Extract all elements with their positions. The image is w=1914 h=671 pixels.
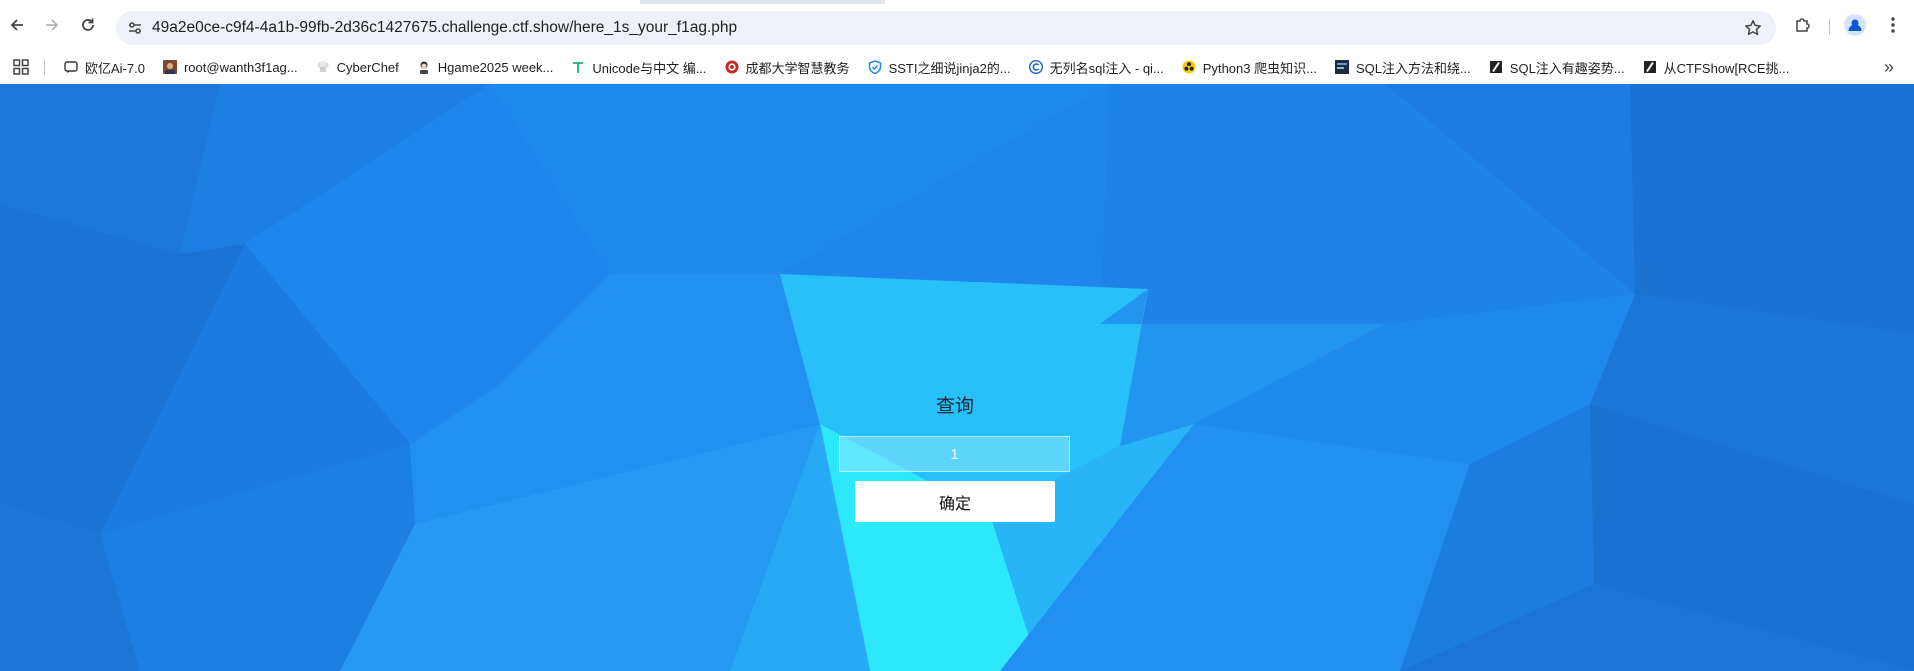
bookmark-star-icon[interactable]: [1740, 15, 1766, 41]
bookmark-item[interactable]: CyberChef: [310, 53, 405, 81]
form-title: 查询: [935, 395, 974, 417]
bookmark-label: SQL注入方法和绕...: [1355, 60, 1471, 76]
bookmark-label: CyberChef: [336, 59, 399, 75]
menu-button[interactable]: [1878, 12, 1908, 42]
profile-avatar-icon: [1844, 13, 1866, 41]
person-icon: [417, 60, 431, 74]
bookmark-item[interactable]: root@wanth3f1ag...: [157, 53, 304, 81]
university-icon: [725, 60, 739, 74]
circle-c-icon: [1028, 60, 1043, 74]
address-bar[interactable]: 49a2e0ce-c9f4-4a1b-99fb-2d36c1427675.cha…: [116, 11, 1776, 45]
low-poly-background: [0, 84, 1914, 671]
profile-button[interactable]: [1840, 12, 1870, 42]
bookmark-item[interactable]: Unicode与中文 编...: [565, 53, 712, 81]
bookmark-item[interactable]: SQL注入有趣姿势...: [1483, 53, 1631, 81]
forward-button[interactable]: [37, 12, 67, 42]
bookmark-item[interactable]: Hgame2025 week...: [411, 53, 560, 81]
bookmarks-divider: [44, 59, 45, 75]
slash-logo-icon: [1489, 60, 1503, 74]
browser-toolbar: 49a2e0ce-c9f4-4a1b-99fb-2d36c1427675.cha…: [0, 4, 1914, 50]
back-button[interactable]: [2, 12, 32, 42]
bookmark-label: SSTI之细说jinja2的...: [888, 60, 1011, 76]
bookmark-label: 成都大学智慧教务: [745, 60, 850, 76]
shield-icon: [868, 60, 882, 74]
bookmark-item[interactable]: SQL注入方法和绕...: [1329, 53, 1477, 81]
avatar-icon: [162, 60, 177, 74]
thumbnail-icon: [1334, 60, 1349, 74]
bookmark-label: Python3 爬虫知识...: [1202, 60, 1317, 76]
bookmark-label: 从CTFShow[RCE挑...: [1663, 60, 1790, 76]
page-viewport: 查询 确定: [0, 84, 1914, 671]
extensions-button[interactable]: [1788, 12, 1818, 42]
bookmark-item[interactable]: Python3 爬虫知识...: [1176, 53, 1323, 81]
url-text[interactable]: 49a2e0ce-c9f4-4a1b-99fb-2d36c1427675.cha…: [152, 11, 737, 45]
reload-icon: [80, 17, 96, 38]
site-settings-icon[interactable]: [122, 15, 148, 41]
bookmark-item[interactable]: 欧亿Ai-7.0: [58, 53, 151, 81]
submit-button[interactable]: 确定: [855, 481, 1055, 522]
query-input[interactable]: [839, 436, 1070, 472]
t-logo-icon: [571, 60, 585, 74]
bookmark-label: root@wanth3f1ag...: [183, 59, 298, 75]
bookmark-label: 欧亿Ai-7.0: [85, 60, 145, 76]
chef-hat-icon: [316, 60, 330, 74]
bookmark-item[interactable]: SSTI之细说jinja2的...: [862, 53, 1017, 81]
apps-grid-icon[interactable]: [10, 56, 32, 78]
bookmark-label: Unicode与中文 编...: [592, 60, 707, 76]
bookmark-label: Hgame2025 week...: [437, 59, 554, 75]
kebab-menu-icon: [1890, 16, 1896, 39]
bookmarks-bar: 欧亿Ai-7.0 root@wanth3f1ag... CyberChef Hg…: [0, 50, 1914, 84]
bookmark-list: 欧亿Ai-7.0 root@wanth3f1ag... CyberChef Hg…: [58, 50, 1801, 84]
biohazard-icon: [1182, 60, 1196, 74]
chat-icon: [64, 60, 78, 74]
more-bookmarks-icon[interactable]: »: [1878, 56, 1900, 78]
bookmark-item[interactable]: 成都大学智慧教务: [719, 53, 856, 81]
reload-button[interactable]: [73, 12, 103, 42]
arrow-right-icon: [44, 17, 60, 38]
arrow-left-icon: [9, 17, 25, 38]
bookmark-label: 无列名sql注入 - qi...: [1049, 60, 1164, 76]
toolbar-divider: [1829, 19, 1830, 35]
slash-logo-icon: [1643, 60, 1657, 74]
bookmark-label: SQL注入有趣姿势...: [1509, 60, 1625, 76]
bookmark-item[interactable]: 从CTFShow[RCE挑...: [1637, 53, 1796, 81]
puzzle-icon: [1794, 16, 1812, 39]
bookmark-item[interactable]: 无列名sql注入 - qi...: [1023, 53, 1170, 81]
